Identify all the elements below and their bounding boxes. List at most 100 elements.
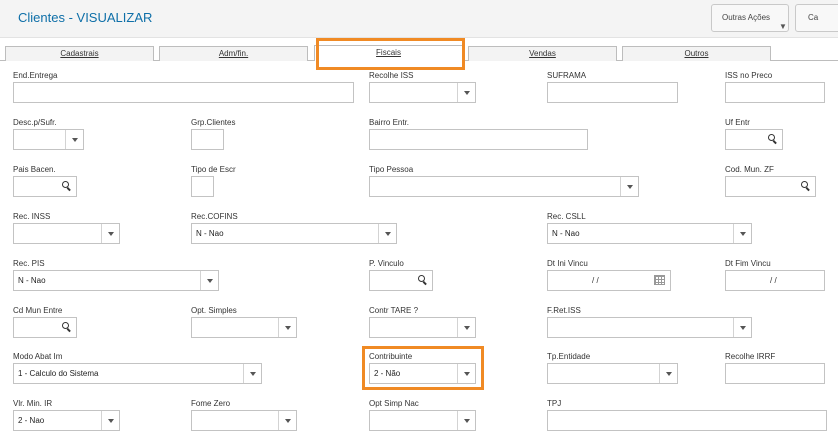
vlr-min-ir-value: 2 - Nao	[18, 416, 45, 425]
top-bar: Clientes - VISUALIZAR Outras Ações ▼ Ca	[0, 0, 838, 38]
chevron-down-icon	[278, 411, 296, 430]
tp-entidade-label: Tp.Entidade	[547, 352, 591, 361]
search-icon[interactable]	[417, 274, 429, 286]
grp-clientes-input[interactable]	[191, 129, 224, 150]
rec-pis-value: N - Nao	[18, 276, 46, 285]
p-vinculo-label: P. Vinculo	[369, 259, 404, 268]
tab-cadastrais[interactable]: Cadastrais	[5, 46, 154, 61]
dt-ini-vincu-input[interactable]: / /	[547, 270, 671, 291]
tab-vendas[interactable]: Vendas	[468, 46, 617, 61]
rec-pis-label: Rec. PIS	[13, 259, 45, 268]
tab-label: Adm/fin.	[218, 49, 249, 58]
rec-csll-select[interactable]: N - Nao	[547, 223, 752, 244]
chevron-down-icon	[200, 271, 218, 290]
bairro-entr-label: Bairro Entr.	[369, 118, 410, 127]
cd-mun-entre-input[interactable]	[13, 317, 77, 338]
chevron-down-icon	[733, 318, 751, 337]
chevron-down-icon	[243, 364, 261, 383]
recolhe-iss-label: Recolhe ISS	[369, 71, 414, 80]
uf-entr-label: Uf Entr	[725, 118, 750, 127]
opt-simp-nac-select[interactable]	[369, 410, 476, 431]
dt-fim-vincu-label: Dt Fim Vincu	[725, 259, 771, 268]
f-ret-iss-select[interactable]	[547, 317, 752, 338]
bairro-entr-input[interactable]	[369, 129, 588, 150]
tipo-pessoa-label: Tipo Pessoa	[369, 165, 414, 174]
tipo-pessoa-select[interactable]	[369, 176, 639, 197]
tipo-escr-label: Tipo de Escr	[191, 165, 236, 174]
other-actions-label: Outras Ações	[722, 13, 771, 22]
uf-entr-input[interactable]	[725, 129, 783, 150]
modo-abat-im-select[interactable]: 1 - Calculo do Sistema	[13, 363, 262, 384]
cod-mun-zf-input[interactable]	[725, 176, 816, 197]
dt-ini-vincu-label: Dt Ini Vincu	[547, 259, 588, 268]
iss-no-preco-label: ISS no Preco	[725, 71, 773, 80]
recolhe-irrf-select[interactable]	[725, 363, 825, 384]
p-vinculo-input[interactable]	[369, 270, 433, 291]
tab-adm-fin[interactable]: Adm/fin.	[159, 46, 308, 61]
rec-cofins-select[interactable]: N - Nao	[191, 223, 397, 244]
modo-abat-im-label: Modo Abat Im	[13, 352, 63, 361]
dt-ini-vincu-value: / /	[592, 276, 599, 285]
search-icon[interactable]	[767, 133, 779, 145]
rec-csll-value: N - Nao	[552, 229, 580, 238]
rec-csll-label: Rec. CSLL	[547, 212, 586, 221]
search-icon[interactable]	[61, 321, 73, 333]
dt-fim-vincu-input[interactable]: / /	[725, 270, 825, 291]
recolhe-iss-select[interactable]	[369, 82, 476, 103]
rec-inss-label: Rec. INSS	[13, 212, 51, 221]
other-actions-button[interactable]: Outras Ações ▼	[711, 4, 789, 32]
dt-fim-vincu-value: / /	[770, 276, 777, 285]
tipo-escr-input[interactable]	[191, 176, 214, 197]
pais-bacen-input[interactable]	[13, 176, 77, 197]
f-ret-iss-label: F.Ret.ISS	[547, 306, 581, 315]
rec-pis-select[interactable]: N - Nao	[13, 270, 219, 291]
chevron-down-icon	[65, 130, 83, 149]
tab-label: Outros	[684, 49, 709, 58]
tab-outros[interactable]: Outros	[622, 46, 771, 61]
calendar-icon[interactable]	[654, 275, 665, 285]
end-entrega-input[interactable]	[13, 82, 354, 103]
tpj-select[interactable]	[547, 410, 827, 431]
contr-tare-label: Contr TARE ?	[369, 306, 419, 315]
fome-zero-label: Fome Zero	[191, 399, 231, 408]
chevron-down-icon	[278, 318, 296, 337]
search-icon[interactable]	[61, 180, 73, 192]
opt-simples-label: Opt. Simples	[191, 306, 237, 315]
caret-down-icon: ▼	[779, 22, 787, 31]
cancel-button[interactable]: Ca	[795, 4, 838, 32]
tab-label: Cadastrais	[60, 49, 99, 58]
suframa-input[interactable]	[547, 82, 678, 103]
recolhe-irrf-label: Recolhe IRRF	[725, 352, 776, 361]
highlight-fiscais-tab	[316, 38, 465, 70]
desc-sufr-select[interactable]	[13, 129, 84, 150]
end-entrega-label: End.Entrega	[13, 71, 58, 80]
chevron-down-icon	[733, 224, 751, 243]
cod-mun-zf-label: Cod. Mun. ZF	[725, 165, 774, 174]
search-icon[interactable]	[800, 180, 812, 192]
highlight-contribuinte	[362, 346, 484, 390]
tp-entidade-select[interactable]	[547, 363, 678, 384]
opt-simples-select[interactable]	[191, 317, 297, 338]
chevron-down-icon	[378, 224, 396, 243]
iss-no-preco-select[interactable]	[725, 82, 825, 103]
desc-sufr-label: Desc.p/Sufr.	[13, 118, 57, 127]
chevron-down-icon	[101, 411, 119, 430]
chevron-down-icon	[457, 318, 475, 337]
rec-cofins-label: Rec.COFINS	[191, 212, 238, 221]
modo-abat-im-value: 1 - Calculo do Sistema	[18, 369, 99, 378]
suframa-label: SUFRAMA	[547, 71, 587, 80]
page-title: Clientes - VISUALIZAR	[18, 10, 153, 25]
vlr-min-ir-select[interactable]: 2 - Nao	[13, 410, 120, 431]
cd-mun-entre-label: Cd Mun Entre	[13, 306, 63, 315]
pais-bacen-label: Pais Bacen.	[13, 165, 56, 174]
rec-inss-select[interactable]	[13, 223, 120, 244]
grp-clientes-label: Grp.Clientes	[191, 118, 236, 127]
rec-cofins-value: N - Nao	[196, 229, 224, 238]
opt-simp-nac-label: Opt Simp Nac	[369, 399, 419, 408]
chevron-down-icon	[457, 83, 475, 102]
fome-zero-select[interactable]	[191, 410, 297, 431]
vlr-min-ir-label: Vlr. Min. IR	[13, 399, 53, 408]
chevron-down-icon	[659, 364, 677, 383]
chevron-down-icon	[457, 411, 475, 430]
contr-tare-select[interactable]	[369, 317, 476, 338]
